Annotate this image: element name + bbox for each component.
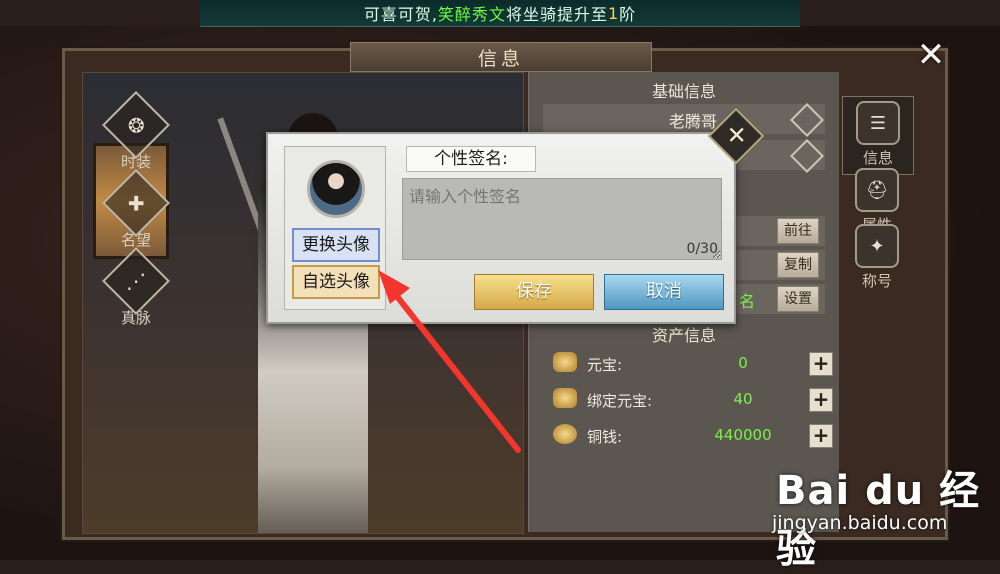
save-button[interactable]: 保存	[474, 274, 594, 310]
signature-label: 个性签名:	[406, 146, 536, 172]
announcement-suffix: 阶	[619, 5, 637, 24]
announcement-middle: 将坐骑提升至	[505, 5, 608, 24]
asset-row-bound-ingot: 绑定元宝: 40 +	[543, 384, 833, 416]
scroll-icon: ☰	[856, 101, 900, 145]
settings-button[interactable]: 设置	[777, 286, 819, 312]
asset-label: 绑定元宝:	[587, 392, 653, 410]
tab-titles-label: 称号	[861, 272, 892, 290]
player-name-row: 老腾哥	[543, 103, 825, 137]
announcement-prefix: 可喜可贺,	[363, 5, 438, 24]
add-bound-ingot-button[interactable]: +	[809, 388, 833, 412]
cancel-button[interactable]: 取消	[604, 274, 724, 310]
asset-value: 0	[738, 354, 748, 372]
change-avatar-button[interactable]: 更换头像	[292, 228, 380, 262]
tab-info-label: 信息	[862, 149, 893, 167]
partial-label: 名	[739, 292, 756, 311]
baidu-watermark-url: jingyan.baidu.com	[772, 512, 948, 534]
goto-button[interactable]: 前往	[777, 218, 819, 244]
basic-info-heading: 基础信息	[651, 82, 716, 101]
avatar	[307, 160, 365, 218]
announcement-bar: 可喜可贺, 笑醉秀文 将坐骑提升至 1 阶	[200, 0, 800, 27]
choose-avatar-button[interactable]: 自选头像	[292, 265, 380, 299]
menu-meridian[interactable]: ⋰ 真脉	[102, 247, 170, 328]
signature-char-count: 0/30	[686, 241, 718, 257]
add-copper-button[interactable]: +	[809, 424, 833, 448]
menu-fashion[interactable]: ❂ 时装	[102, 91, 170, 172]
announcement-level: 1	[607, 3, 620, 23]
asset-row-ingot: 元宝: 0 +	[543, 348, 833, 380]
gold-ingot-icon	[553, 352, 577, 372]
add-ingot-button[interactable]: +	[809, 352, 833, 376]
meridian-icon: ⋰	[102, 247, 170, 315]
bound-ingot-icon	[553, 388, 577, 408]
close-icon: ✕	[726, 121, 747, 150]
asset-value: 40	[733, 390, 753, 408]
copper-coin-icon	[553, 424, 577, 444]
announcement-player: 笑醉秀文	[437, 5, 506, 24]
world-icon[interactable]	[790, 139, 824, 173]
window-title: 信息	[350, 42, 652, 72]
asset-label: 元宝:	[587, 356, 623, 374]
fame-icon: ✚	[102, 169, 170, 237]
asset-label: 铜钱:	[587, 428, 623, 446]
edit-name-icon[interactable]	[790, 103, 824, 137]
player-name: 老腾哥	[669, 112, 718, 131]
copy-button[interactable]: 复制	[777, 252, 819, 278]
close-window-icon[interactable]: ✕	[914, 38, 948, 72]
asset-row-copper: 铜钱: 440000 +	[543, 420, 833, 452]
assets-heading: 资产信息	[651, 326, 716, 345]
menu-fame[interactable]: ✚ 名望	[102, 169, 170, 250]
asset-value: 440000	[714, 426, 772, 444]
helmet-icon: ⛑	[855, 168, 899, 212]
tab-info[interactable]: ☰ 信息	[842, 96, 914, 175]
title-badge-icon: ✦	[855, 224, 899, 268]
tab-titles[interactable]: ✦ 称号	[842, 224, 912, 291]
fashion-icon: ❂	[102, 91, 170, 159]
